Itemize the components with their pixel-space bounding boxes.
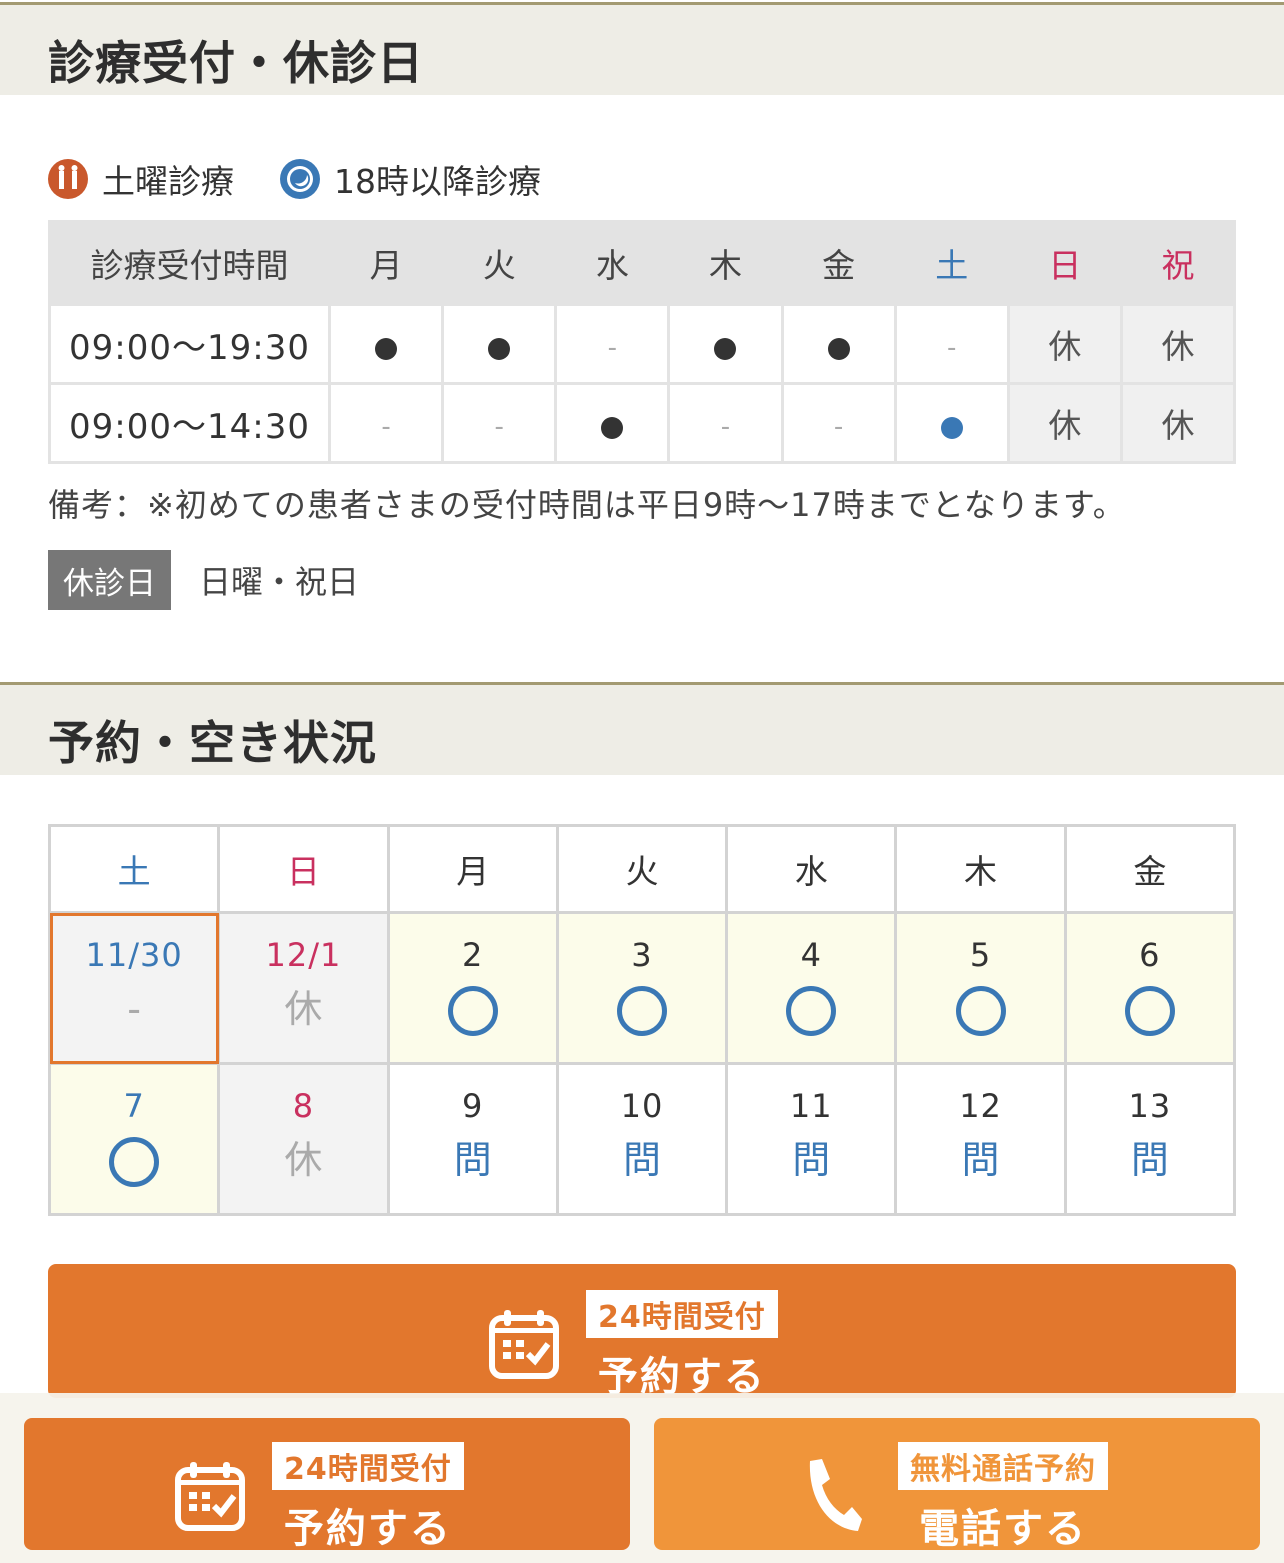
calendar-day[interactable]: 11 問 — [725, 1062, 898, 1216]
calendar-icon — [174, 1460, 246, 1536]
legend-evening-label: 18時以降診療 — [334, 162, 541, 201]
hours-section-title: 診療受付・休診日 — [48, 36, 424, 90]
hours-cell: - — [893, 303, 1010, 385]
available-circle-icon — [52, 1137, 216, 1187]
available-circle-icon — [898, 986, 1062, 1036]
weekday-mon: 月 — [386, 824, 559, 914]
hours-header-sat: 土 — [893, 220, 1010, 306]
weekday-thu: 木 — [894, 824, 1067, 914]
weekday-sun: 日 — [217, 824, 390, 914]
bottom-phone-tag: 無料通話予約 — [898, 1442, 1108, 1490]
legend-saturday-label: 土曜診療 — [102, 162, 234, 201]
open-dot — [714, 338, 737, 360]
bottom-reserve-button[interactable]: 24時間受付 予約する — [24, 1418, 630, 1552]
hours-header-fri: 金 — [780, 220, 897, 306]
weekday-wed: 水 — [725, 824, 898, 914]
open-dot — [488, 338, 511, 360]
hours-cell: - — [780, 382, 897, 464]
hours-cell — [667, 303, 784, 385]
hours-table: 診療受付時間 月 火 水 木 金 土 日 祝 09:00〜19:30 - - 休… — [48, 220, 1237, 464]
hours-row: 09:00〜14:30 - - - - 休 休 — [48, 382, 1237, 464]
hours-header-thu: 木 — [667, 220, 784, 306]
bottom-phone-button[interactable]: 無料通話予約 電話する — [654, 1418, 1260, 1552]
reserve-button[interactable]: 24時間受付 予約する — [48, 1264, 1236, 1400]
hours-header-time: 診療受付時間 — [48, 220, 331, 306]
calendar-day[interactable]: 7 — [47, 1062, 221, 1216]
hours-header-tue: 火 — [441, 220, 558, 306]
legend-evening: 18時以降診療 — [280, 155, 541, 203]
calendar-day[interactable]: 11/30 - — [47, 911, 221, 1065]
calendar-day[interactable]: 9 問 — [386, 1062, 559, 1216]
available-circle-icon — [729, 986, 893, 1036]
hours-row-time: 09:00〜19:30 — [48, 303, 331, 385]
calendar-day[interactable]: 2 — [386, 911, 559, 1065]
closed-days-value: 日曜・祝日 — [199, 563, 360, 601]
phone-icon — [800, 1457, 864, 1539]
hours-section-header: 診療受付・休診日 — [0, 2, 1284, 95]
calendar-day[interactable]: 12 問 — [894, 1062, 1067, 1216]
saturday-clinic-icon — [48, 159, 88, 199]
legend: 土曜診療 18時以降診療 — [48, 155, 587, 203]
available-circle-icon — [560, 986, 724, 1036]
available-circle-icon — [1068, 986, 1232, 1036]
hours-cell: - — [441, 382, 558, 464]
calendar-day[interactable]: 5 — [894, 911, 1067, 1065]
open-dot — [375, 338, 398, 360]
hours-row: 09:00〜19:30 - - 休 休 — [48, 303, 1237, 385]
calendar-day[interactable]: 10 問 — [555, 1062, 729, 1216]
open-dot — [601, 417, 624, 439]
calendar-day[interactable]: 13 問 — [1063, 1062, 1237, 1216]
calendar-week: 7 8 休 9 問 10 問 11 問 12 問 13 問 — [47, 1062, 1237, 1216]
weekday-tue: 火 — [555, 824, 729, 914]
bottom-reserve-label: 予約する — [283, 1506, 452, 1552]
hours-cell — [554, 382, 671, 464]
calendar-day[interactable]: 3 — [555, 911, 729, 1065]
saturday-open-dot — [940, 417, 963, 439]
calendar-day[interactable]: 6 — [1063, 911, 1237, 1065]
reservation-section-title: 予約・空き状況 — [48, 716, 377, 770]
weekday-sat: 土 — [47, 824, 221, 914]
calendar-week: 11/30 - 12/1 休 2 3 4 5 6 — [47, 911, 1237, 1065]
hours-cell: - — [554, 303, 671, 385]
weekday-fri: 金 — [1063, 824, 1237, 914]
hours-cell — [780, 303, 897, 385]
hours-cell — [327, 303, 445, 385]
hours-cell — [441, 303, 558, 385]
moon-icon — [280, 159, 320, 199]
hours-cell — [893, 382, 1010, 464]
calendar-day[interactable]: 4 — [725, 911, 898, 1065]
bottom-action-bar: 24時間受付 予約する 無料通話予約 電話する — [0, 1393, 1284, 1563]
hours-cell-closed: 休 — [1006, 303, 1123, 385]
hours-cell-closed: 休 — [1119, 303, 1237, 385]
hours-header-wed: 水 — [554, 220, 671, 306]
hours-header-sun: 日 — [1006, 220, 1123, 306]
closed-days-row: 休診日 日曜・祝日 — [48, 550, 359, 610]
calendar-day: 12/1 休 — [217, 911, 390, 1065]
bottom-reserve-tag: 24時間受付 — [272, 1442, 464, 1490]
calendar-day: 8 休 — [217, 1062, 390, 1216]
hours-cell: - — [327, 382, 445, 464]
legend-saturday: 土曜診療 — [48, 155, 234, 203]
hours-header-holiday: 祝 — [1119, 220, 1237, 306]
open-dot — [827, 338, 850, 360]
hours-table-header: 診療受付時間 月 火 水 木 金 土 日 祝 — [48, 220, 1237, 306]
reserve-button-tag: 24時間受付 — [586, 1290, 778, 1338]
calendar-weekday-row: 土 日 月 火 水 木 金 — [47, 824, 1237, 914]
hours-note: 備考：※初めての患者さまの受付時間は平日9時〜17時までとなります。 — [48, 486, 1126, 524]
hours-cell-closed: 休 — [1119, 382, 1237, 464]
hours-row-time: 09:00〜14:30 — [48, 382, 331, 464]
hours-cell: - — [667, 382, 784, 464]
hours-cell-closed: 休 — [1006, 382, 1123, 464]
availability-calendar: 土 日 月 火 水 木 金 11/30 - 12/1 休 2 3 4 5 6 7… — [47, 824, 1237, 1216]
available-circle-icon — [391, 986, 555, 1036]
closed-days-label: 休診日 — [48, 550, 171, 610]
hours-header-mon: 月 — [327, 220, 445, 306]
calendar-icon — [488, 1308, 560, 1384]
reservation-section-header: 予約・空き状況 — [0, 682, 1284, 775]
bottom-phone-label: 電話する — [919, 1506, 1087, 1552]
